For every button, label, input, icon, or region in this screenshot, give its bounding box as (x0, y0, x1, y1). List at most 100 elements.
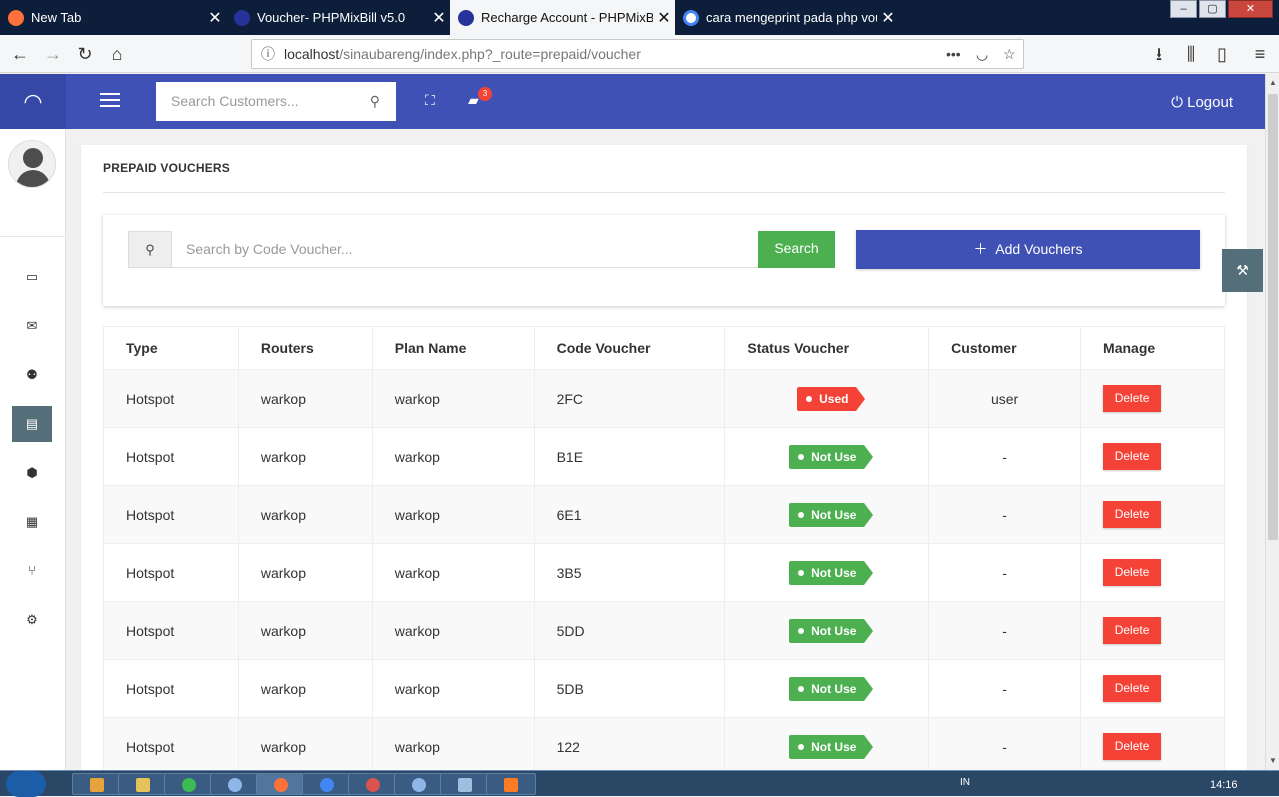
wifi-logo-icon[interactable]: ◠ (0, 74, 66, 129)
chrome-taskbar-icon[interactable] (164, 773, 214, 795)
voucher-search-input[interactable]: Search by Code Voucher... (172, 231, 758, 268)
tools-icon[interactable]: ⚒ (1222, 249, 1263, 292)
browser-tab-recharge[interactable]: Recharge Account - PHPMixBil ✕ (450, 0, 675, 35)
table-row: Hotspot warkop warkop 5DB Not Use - Dele… (103, 659, 1225, 718)
sidebar: ▭ ✉ ⚉ ▤ ⬢ ▦ ⑂ ⚙ (0, 129, 66, 770)
delete-button[interactable]: Delete (1103, 559, 1162, 586)
add-vouchers-button[interactable]: ＋ Add Vouchers (856, 230, 1200, 269)
site-info-icon[interactable]: ⓘ (261, 40, 275, 68)
taskbar-clock[interactable]: 14:16 (1210, 779, 1238, 791)
close-tab-icon[interactable]: ✕ (877, 8, 899, 28)
sidebar-toggle-icon[interactable]: ▯ (1209, 41, 1235, 67)
delete-button[interactable]: Delete (1103, 675, 1162, 702)
cell-type: Hotspot (103, 717, 239, 776)
home-icon[interactable]: ⌂ (104, 41, 130, 67)
library-icon[interactable]: ⫼ (1178, 41, 1204, 67)
cell-status: Not Use (724, 543, 930, 602)
status-badge: Not Use (789, 560, 874, 585)
browser-tab-voucher[interactable]: Voucher- PHPMixBill v5.0 ✕ (226, 0, 450, 35)
delete-button[interactable]: Delete (1103, 501, 1162, 528)
close-window-button[interactable]: ✕ (1228, 0, 1273, 18)
delete-button[interactable]: Delete (1103, 733, 1162, 760)
cell-code: 5DB (533, 659, 726, 718)
voucher-search-box: ⚲ Search by Code Voucher... Search ＋ Add… (103, 215, 1225, 306)
delete-button[interactable]: Delete (1103, 617, 1162, 644)
cell-status: Used (724, 369, 930, 428)
browser-tab-new-tab[interactable]: New Tab ✕ (0, 0, 226, 35)
reload-icon[interactable]: ↻ (72, 41, 98, 67)
browser-tab-strip: New Tab ✕ Voucher- PHPMixBill v5.0 ✕ Rec… (0, 0, 1279, 35)
avatar[interactable] (8, 140, 56, 188)
maximize-button[interactable]: ▢ (1199, 0, 1226, 18)
mail-icon[interactable]: ✉ (12, 308, 52, 344)
explorer-taskbar-icon[interactable] (118, 773, 168, 795)
cell-router: warkop (237, 601, 373, 660)
cell-type: Hotspot (103, 369, 239, 428)
phpmixbill-icon (234, 9, 250, 26)
chrome-taskbar-icon-2[interactable] (302, 773, 352, 795)
tray-language[interactable]: IN (960, 777, 970, 788)
network-icon[interactable]: ⑂ (12, 553, 52, 589)
browser-tab-google[interactable]: cara mengeprint pada php vou ✕ (675, 0, 899, 35)
cell-customer: - (928, 601, 1082, 660)
cell-status: Not Use (724, 601, 930, 660)
title-divider (103, 192, 1225, 193)
cell-manage: Delete (1080, 717, 1225, 776)
minimize-button[interactable]: – (1170, 0, 1197, 18)
hamburger-menu-icon[interactable] (100, 93, 120, 107)
firefox-taskbar-icon[interactable] (256, 773, 306, 795)
column-header-plan-name: Plan Name (371, 326, 535, 370)
address-bar[interactable]: ⓘ localhost/sinaubareng/index.php?_route… (251, 39, 1024, 69)
delete-button[interactable]: Delete (1103, 385, 1162, 412)
cell-customer: - (928, 485, 1082, 544)
fullscreen-icon[interactable]: ⛶ (425, 92, 435, 109)
menu-icon[interactable]: ≡ (1247, 41, 1273, 67)
search-icon[interactable]: ⚲ (370, 82, 380, 121)
monitor-taskbar-icon[interactable] (440, 773, 490, 795)
scroll-up-icon[interactable]: ▲ (1266, 76, 1279, 90)
cell-type: Hotspot (103, 601, 239, 660)
back-icon[interactable]: ← (7, 41, 33, 67)
reports-icon[interactable]: ▦ (12, 504, 52, 540)
pocket-icon[interactable]: ◡ (976, 40, 988, 68)
xampp-taskbar-icon[interactable] (486, 773, 536, 795)
column-header-type: Type (103, 326, 239, 370)
customer-search-input[interactable]: Search Customers... ⚲ (156, 82, 396, 121)
app-taskbar-icon[interactable] (210, 773, 260, 795)
cell-router: warkop (237, 717, 373, 776)
page-actions-icon[interactable]: ••• (946, 40, 961, 68)
cell-plan: warkop (371, 543, 535, 602)
settings-icon[interactable]: ⚙ (12, 602, 52, 638)
package-icon[interactable]: ⬢ (12, 455, 52, 491)
windows-start-icon[interactable] (6, 771, 46, 797)
firefox-icon (8, 9, 24, 26)
logout-label: Logout (1187, 94, 1233, 111)
url-host: localhost (284, 46, 340, 62)
column-header-routers: Routers (237, 326, 373, 370)
page-scrollbar[interactable]: ▲ ▼ (1265, 74, 1279, 770)
customers-icon[interactable]: ⚉ (12, 357, 52, 393)
scrollbar-thumb[interactable] (1268, 94, 1278, 540)
column-header-status-voucher: Status Voucher (724, 326, 930, 370)
window-controls: – ▢ ✕ (1170, 0, 1273, 18)
prepaid-icon[interactable]: ▤ (12, 406, 52, 442)
logout-button[interactable]: ⏻ Logout (1171, 94, 1233, 111)
search-button[interactable]: Search (758, 231, 835, 268)
cell-manage: Delete (1080, 601, 1225, 660)
close-tab-icon[interactable]: ✕ (428, 8, 450, 28)
cell-type: Hotspot (103, 427, 239, 486)
forward-icon[interactable]: → (40, 41, 66, 67)
close-tab-icon[interactable]: ✕ (204, 8, 226, 28)
windows-taskbar: IN 14:16 (0, 770, 1279, 797)
bookmark-star-icon[interactable]: ☆ (1003, 40, 1016, 68)
dashboard-icon[interactable]: ▭ (12, 259, 52, 295)
app-taskbar-icon-2[interactable] (394, 773, 444, 795)
tool-taskbar-icon[interactable] (348, 773, 398, 795)
table-row: Hotspot warkop warkop 3B5 Not Use - Dele… (103, 543, 1225, 602)
media-player-taskbar-icon[interactable] (72, 773, 122, 795)
delete-button[interactable]: Delete (1103, 443, 1162, 470)
close-tab-icon[interactable]: ✕ (653, 8, 675, 28)
scroll-down-icon[interactable]: ▼ (1266, 754, 1279, 768)
downloads-icon[interactable]: ⭳ (1146, 41, 1172, 67)
cell-manage: Delete (1080, 659, 1225, 718)
